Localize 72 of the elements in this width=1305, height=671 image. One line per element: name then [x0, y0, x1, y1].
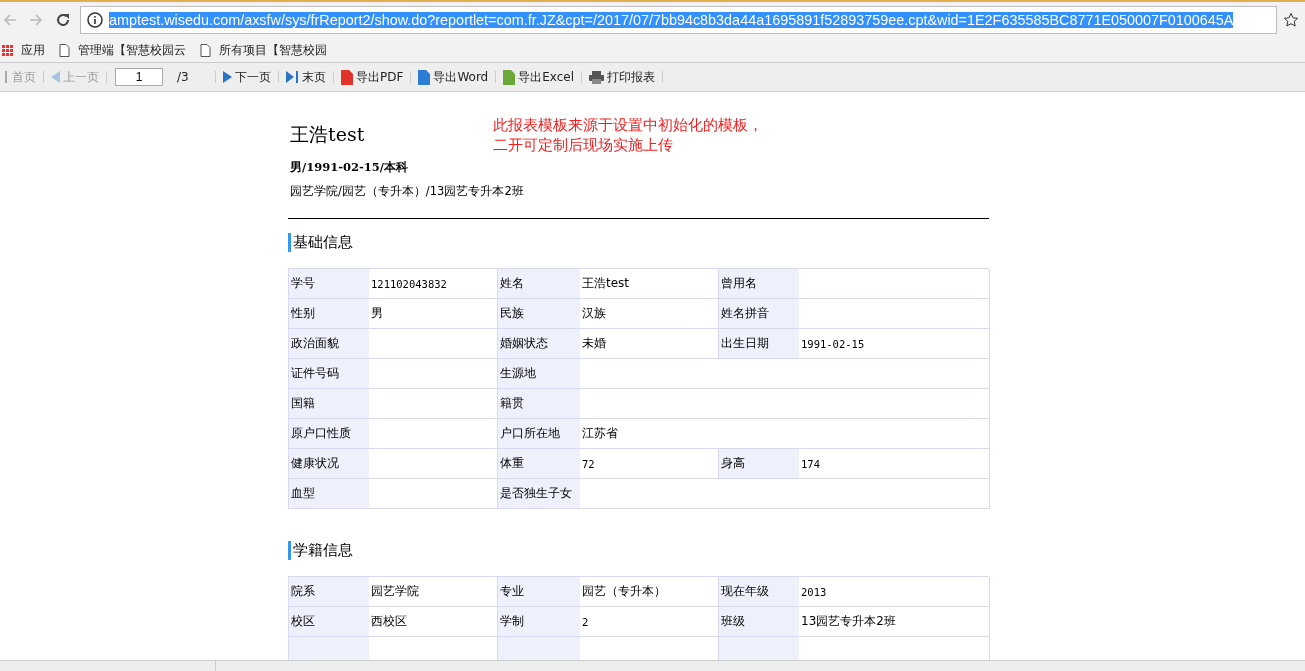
field-value-cell: 园艺学院 [369, 577, 498, 607]
page-icon [200, 43, 211, 57]
toolbar-button[interactable]: 下一页 [218, 68, 276, 86]
field-label-cell: 校区 [289, 607, 369, 637]
field-value-cell: 未婚 [580, 329, 719, 359]
field-label-cell: 健康状况 [289, 449, 369, 479]
field-label-cell: 体重 [498, 449, 580, 479]
bookmark-item[interactable]: 应用 [2, 41, 45, 59]
field-label-cell: 民族 [498, 299, 580, 329]
word-file-icon [418, 69, 431, 85]
page-number-field[interactable]: 1 [115, 68, 163, 86]
field-label-cell: 是否独生子女 [498, 479, 580, 509]
field-value-cell: 江苏省 [580, 419, 990, 449]
template-note: 此报表模板来源于设置中初始化的模板， [493, 115, 763, 135]
field-value-cell: 72 [580, 449, 719, 479]
bookmark-item[interactable]: 管理端【智慧校园云 [59, 41, 186, 59]
field-label-cell: 姓名拼音 [719, 299, 799, 329]
field-label-cell: 现在年级 [719, 577, 799, 607]
field-value-cell: 男 [369, 299, 498, 329]
field-label-cell: 出生日期 [719, 329, 799, 359]
excel-file-icon [503, 69, 516, 85]
field-label-cell: 户口所在地 [498, 419, 580, 449]
field-label-cell: 专业 [498, 577, 580, 607]
toolbar-button[interactable]: 末页 [281, 68, 331, 86]
field-label-cell: 生源地 [498, 359, 580, 389]
toolbar-button[interactable]: 导出PDF [336, 68, 409, 86]
field-label-cell: 血型 [289, 479, 369, 509]
field-value-cell: 121102043832 [369, 269, 498, 299]
toolbar-button[interactable]: 导出Excel [498, 68, 580, 86]
student-affiliation: 园艺学院/园艺（专升本）/13园艺专升本2班 [290, 183, 524, 199]
field-value-cell: 174 [799, 449, 990, 479]
field-value-cell: 1991-02-15 [799, 329, 990, 359]
field-value-cell: 汉族 [580, 299, 719, 329]
field-label-cell: 班级 [719, 607, 799, 637]
pdf-file-icon [341, 69, 353, 85]
field-value-cell: 2 [580, 607, 719, 637]
toolbar-button[interactable]: 打印报表 [584, 68, 661, 86]
left-triangle-icon [51, 71, 60, 83]
field-label-cell: 婚姻状态 [498, 329, 580, 359]
star-icon[interactable] [1283, 12, 1299, 28]
field-label-cell: 学制 [498, 607, 580, 637]
right-triangle-icon [223, 71, 232, 83]
field-label-cell: 原户口性质 [289, 419, 369, 449]
page-icon [59, 43, 70, 57]
field-label-cell: 国籍 [289, 389, 369, 419]
field-value-cell: 园艺（专升本） [580, 577, 719, 607]
page-total: /3 [177, 70, 190, 84]
field-value-cell: 王浩test [580, 269, 719, 299]
field-label-cell: 曾用名 [719, 269, 799, 299]
student-name: 王浩test [290, 122, 366, 147]
field-value-cell: 西校区 [369, 607, 498, 637]
field-label-cell: 证件号码 [289, 359, 369, 389]
grid-icon [2, 44, 13, 56]
field-value-cell: 13园艺专升本2班 [799, 607, 990, 637]
toolbar-button[interactable]: 导出Word [413, 68, 494, 86]
field-label-cell: 性别 [289, 299, 369, 329]
field-label-cell: 学号 [289, 269, 369, 299]
info-icon [87, 12, 103, 28]
field-label-cell: 院系 [289, 577, 369, 607]
field-value-cell: 2013 [799, 577, 990, 607]
bookmark-item[interactable]: 所有项目【智慧校园 [200, 41, 327, 59]
template-note: 二开可定制后现场实施上传 [493, 135, 674, 155]
field-label-cell: 姓名 [498, 269, 580, 299]
student-summary: 男/1991-02-15/本科 [290, 160, 409, 175]
first-page-icon [5, 71, 9, 83]
field-label-cell: 身高 [719, 449, 799, 479]
section-title: 基础信息 [288, 233, 989, 252]
section-title: 学籍信息 [288, 541, 989, 560]
last-page-icon [286, 71, 299, 83]
field-label-cell: 政治面貌 [289, 329, 369, 359]
printer-icon [589, 70, 605, 84]
field-label-cell: 籍贯 [498, 389, 580, 419]
